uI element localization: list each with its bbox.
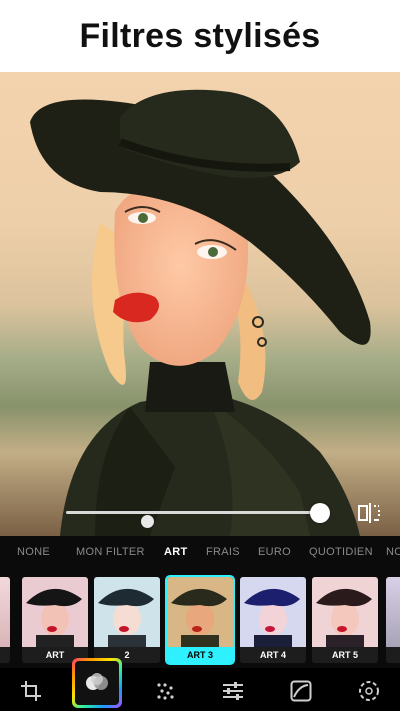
effects-icon[interactable] xyxy=(154,680,176,702)
filter-thumb-art-2[interactable]: 2 xyxy=(94,577,160,663)
intensity-slider-default-marker xyxy=(141,515,154,528)
tab-art[interactable]: ART xyxy=(164,546,188,558)
crop-icon[interactable] xyxy=(20,680,42,702)
compare-icon[interactable] xyxy=(356,503,382,523)
filter-thumb-art-5[interactable]: ART 5 xyxy=(312,577,378,663)
tab-none[interactable]: NONE xyxy=(17,546,50,558)
aperture-icon[interactable] xyxy=(358,680,380,702)
intensity-slider-knob[interactable] xyxy=(310,503,330,523)
tab-frais[interactable]: FRAIS xyxy=(206,546,240,558)
page-title: Filtres stylisés xyxy=(79,16,321,55)
filter-thumb-art-3[interactable]: ART 3 xyxy=(165,575,235,665)
filter-thumb-next[interactable] xyxy=(386,577,400,663)
portrait-image xyxy=(0,72,400,536)
intensity-slider-track[interactable] xyxy=(66,511,320,514)
tab-quotidien[interactable]: QUOTIDIEN xyxy=(309,546,373,558)
filter-thumb-art-4[interactable]: ART 4 xyxy=(240,577,306,663)
bottom-toolbar xyxy=(0,668,400,711)
filter-thumbnails-strip: ART 2 ART 3 ART 4 ART 5 xyxy=(0,570,400,668)
filter-category-tabs: NONE MON FILTER ART FRAIS EURO QUOTIDIEN… xyxy=(0,536,400,570)
filter-thumb-art[interactable]: ART xyxy=(22,577,88,663)
adjust-icon[interactable] xyxy=(222,680,244,702)
tab-euro[interactable]: EURO xyxy=(258,546,291,558)
tab-mon-filter[interactable]: MON FILTER xyxy=(76,546,145,558)
header-banner: Filtres stylisés xyxy=(0,0,400,72)
filters-icon xyxy=(75,661,119,705)
filters-tool-button[interactable] xyxy=(72,658,122,708)
filter-thumb[interactable] xyxy=(0,577,10,663)
photo-preview[interactable] xyxy=(0,72,400,536)
tab-no[interactable]: NO xyxy=(386,546,400,558)
curves-icon[interactable] xyxy=(290,680,312,702)
